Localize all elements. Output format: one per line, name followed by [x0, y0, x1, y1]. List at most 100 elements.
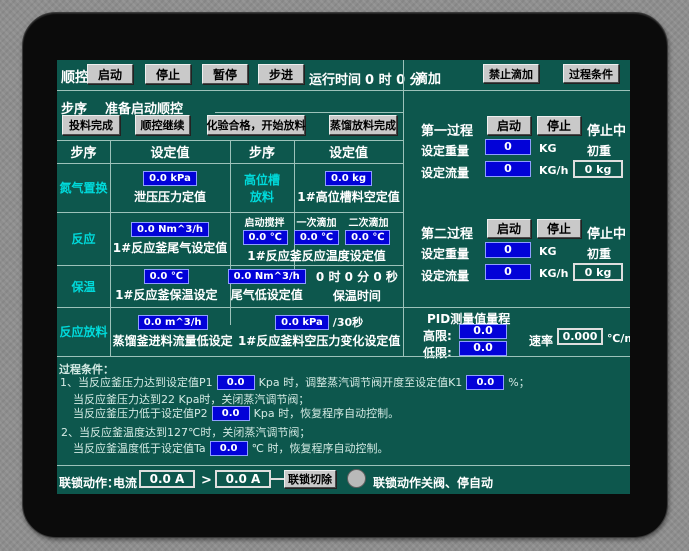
process2-stop-button[interactable]: 停止: [537, 219, 581, 238]
first-drip-label: 一次滴加: [296, 217, 337, 229]
divider: [57, 356, 630, 357]
condition5-text: 当反应釜温度低于设定值Ta: [73, 442, 206, 455]
holding-temp-caption: 1#反应釜保温设定: [115, 288, 218, 302]
process1-start-button[interactable]: 启动: [487, 116, 531, 135]
ta-temp-setpoint[interactable]: 0.0: [209, 440, 248, 456]
pid-high-label: 高限:: [423, 329, 452, 343]
hightank-empty-caption: 1#高位槽料空定值: [297, 189, 400, 204]
rate-setpoint[interactable]: 0.000: [557, 328, 603, 345]
process2-start-button[interactable]: 启动: [487, 219, 531, 238]
still-feed-flow-caption: 蒸馏釜进料流量低设定: [112, 333, 233, 348]
process1-stop-button[interactable]: 停止: [537, 116, 581, 135]
divider: [403, 60, 404, 356]
holding-time-caption: 保温时间: [332, 289, 381, 303]
process1-flow-unit: KG/h: [539, 164, 569, 177]
row-label-hightank-2: 放料: [249, 189, 274, 204]
process2-title: 第二过程: [421, 227, 474, 242]
condition5-suffix: ℃ 时，恢复程序自动控制。: [251, 442, 389, 455]
interlock-label: 联锁动作：: [59, 476, 120, 490]
forbid-dripping-button[interactable]: 禁止滴加: [483, 64, 539, 83]
divider: [403, 307, 630, 308]
tailgas-setpoint[interactable]: 0.0 Nm^3/h: [130, 221, 210, 237]
holding-time-value: 0 时 0 分 0 秒: [315, 270, 398, 284]
process2-flow-label: 设定流量: [421, 269, 470, 283]
process1-title: 第一过程: [421, 124, 474, 139]
distill-done-button[interactable]: 蒸馏放料完成: [329, 115, 397, 135]
seq-pause-button[interactable]: 暂停: [202, 64, 248, 84]
process1-status: 停止中: [587, 124, 627, 139]
interlock-lamp-indicator: [347, 469, 366, 488]
interlock-cutout-button[interactable]: 联锁切除: [284, 470, 336, 488]
process1-initweight-display: 0 kg: [573, 160, 623, 178]
col-header-setvalue: 设定值: [150, 146, 190, 161]
dripping-title: 滴加: [415, 72, 442, 87]
pid-low-setpoint[interactable]: 0.0: [459, 341, 507, 356]
process2-initweight-display: 0 kg: [573, 263, 623, 281]
process1-weight-label: 设定重量: [421, 144, 470, 158]
rate-unit: ℃/m: [607, 332, 630, 345]
process2-flow-setpoint[interactable]: 0: [485, 264, 531, 280]
current-limit-setpoint[interactable]: 0.0 A: [215, 470, 271, 488]
desk-background: 顺控 启动 停止 暂停 步进 运行时间 0 时 0 分 步序 准备启动顺控 投料…: [0, 0, 689, 551]
process1-weight-unit: KG: [539, 142, 557, 155]
condition-line-5: 当反应釜温度低于设定值Ta 0.0 ℃ 时，恢复程序自动控制。: [73, 440, 389, 456]
col-header-step2: 步序: [248, 146, 275, 161]
second-drip-temp-setpoint[interactable]: 0.0 ℃: [345, 229, 391, 245]
row-label-nitrogen-purge: 氮气置换: [59, 181, 108, 195]
process1-flow-setpoint[interactable]: 0: [485, 161, 531, 177]
current-label: 电流: [113, 476, 138, 490]
tailgas-low-setpoint[interactable]: 0.0 Nm^3/h: [227, 269, 306, 284]
reaction-temp-caption: 1#反应釜反应温度设定值: [247, 248, 386, 263]
tailgas-low-caption: 尾气低设定值: [230, 288, 303, 302]
condition1-text: 1、当反应釜压力达到设定值P1: [60, 376, 213, 389]
condition3-suffix: Kpa 时，恢复程序自动控制。: [253, 407, 400, 420]
feed-done-button[interactable]: 投料完成: [62, 115, 120, 135]
condition1-mid-text: Kpa 时，调整蒸汽调节阀开度至设定值K1: [258, 376, 463, 389]
col-header-step: 步序: [70, 146, 97, 161]
process-conditions-button[interactable]: 过程条件: [563, 64, 619, 83]
condition-line-4: 2、当反应釜温度达到127℃时，关闭蒸汽调节阀；: [61, 426, 311, 439]
row-label-discharge: 反应放料: [59, 325, 108, 339]
k1-valve-setpoint[interactable]: 0.0: [466, 374, 505, 390]
relief-pressure-setpoint[interactable]: 0.0 kPa: [143, 170, 197, 186]
condition1-suffix: %；: [508, 376, 530, 389]
p2-pressure-setpoint[interactable]: 0.0: [211, 405, 250, 421]
pid-low-label: 低限:: [423, 346, 452, 360]
interlock-lamp-caption: 联锁动作关阀、停自动: [373, 476, 494, 490]
seq-step-button[interactable]: 步进: [258, 64, 304, 84]
still-feed-flow-setpoint[interactable]: 0.0 m^3/h: [137, 314, 208, 330]
process2-weight-label: 设定重量: [421, 247, 470, 261]
condition3-text: 当反应釜压力低于设定值P2: [73, 407, 208, 420]
process2-weight-setpoint[interactable]: 0: [485, 242, 531, 258]
runtime-label: 运行时间: [309, 73, 362, 88]
first-drip-temp-setpoint[interactable]: 0.0 ℃: [293, 229, 340, 245]
hmi-screen: 顺控 启动 停止 暂停 步进 运行时间 0 时 0 分 步序 准备启动顺控 投料…: [57, 60, 630, 494]
hightank-empty-setpoint[interactable]: 0.0 kg: [324, 170, 372, 186]
process1-initweight-label: 初重: [587, 144, 612, 158]
process2-flow-unit: KG/h: [539, 267, 569, 280]
divider: [215, 112, 403, 113]
col-header-setvalue2: 设定值: [328, 146, 368, 161]
holding-temp-setpoint[interactable]: 0.0 ℃: [143, 269, 189, 284]
process1-weight-setpoint[interactable]: 0: [485, 139, 531, 155]
test-ok-discharge-button[interactable]: 化验合格，开始放料: [207, 115, 306, 135]
seq-start-button[interactable]: 启动: [87, 64, 133, 84]
condition-line-3: 当反应釜压力低于设定值P2 0.0 Kpa 时，恢复程序自动控制。: [73, 405, 399, 421]
condition-line-1: 1、当反应釜压力达到设定值P1 0.0 Kpa 时，调整蒸汽调节阀开度至设定值K…: [60, 374, 530, 390]
seq-continue-button[interactable]: 顺控继续: [135, 115, 190, 135]
p1-pressure-setpoint[interactable]: 0.0: [216, 374, 255, 390]
second-drip-label: 二次滴加: [348, 217, 389, 229]
process2-status: 停止中: [587, 227, 627, 242]
seq-stop-button[interactable]: 停止: [145, 64, 191, 84]
pid-high-setpoint[interactable]: 0.0: [459, 324, 507, 339]
greater-than-sign: >: [201, 473, 212, 488]
stir-start-label: 启动搅拌: [244, 217, 285, 229]
row-label-reaction: 反应: [71, 232, 96, 246]
tailgas-caption: 1#反应釜尾气设定值: [112, 240, 228, 255]
empty-pressure-setpoint[interactable]: 0.0 kPa: [275, 314, 329, 330]
divider: [57, 465, 630, 466]
rate-label: 速率: [529, 334, 554, 348]
per-30s-suffix: /30秒: [332, 316, 364, 329]
row-label-hightank: 高位槽: [243, 172, 280, 187]
stir-temp-setpoint[interactable]: 0.0 ℃: [242, 229, 288, 245]
